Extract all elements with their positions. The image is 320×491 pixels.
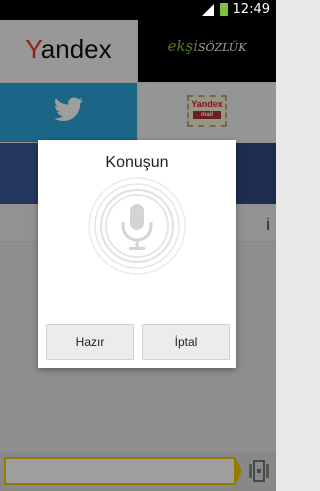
dialog-title: Konuşun: [105, 154, 169, 171]
battery-icon: [220, 3, 228, 16]
cancel-button[interactable]: İptal: [142, 324, 230, 360]
signal-icon: [202, 4, 214, 16]
ready-button[interactable]: Hazır: [46, 324, 134, 360]
status-time: 12:49: [232, 2, 270, 17]
voice-input-dialog: Konuşun Hazır İptal: [38, 140, 236, 368]
status-bar: 12:49: [0, 0, 276, 20]
microphone-icon[interactable]: [87, 176, 187, 276]
